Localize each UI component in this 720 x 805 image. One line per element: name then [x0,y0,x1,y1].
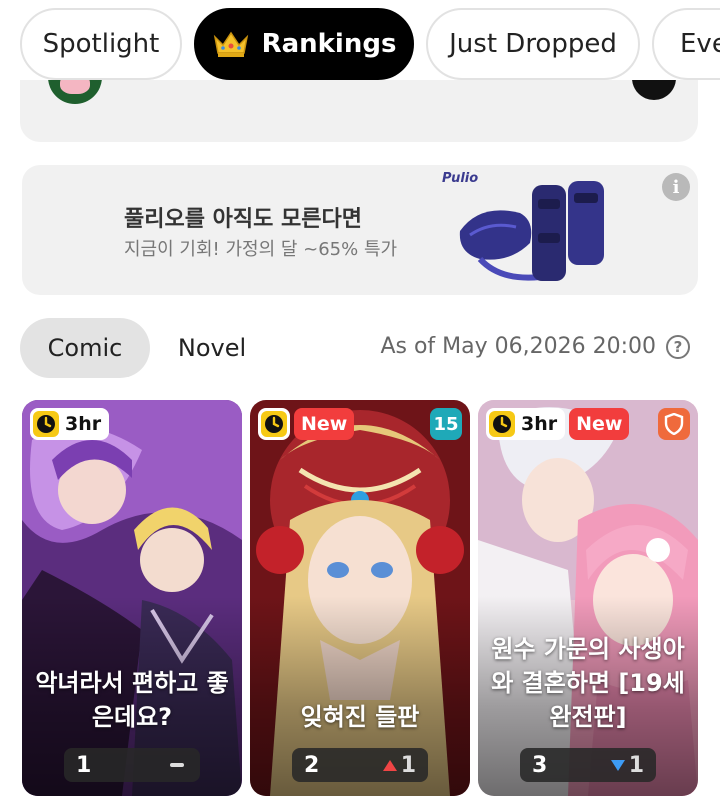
ranking-card[interactable]: 3hr 악녀라서 편하고 좋은데요? 1 [22,400,242,796]
tab-label: Spotlight [42,29,160,59]
rank-bar: 1 [64,748,200,782]
rank-change: 1 [610,752,644,778]
info-icon[interactable]: i [662,173,690,201]
ranking-timestamp: As of May 06,2026 20:00 ? [380,334,690,359]
tab-label: Rankings [261,29,397,59]
rank-up-icon [382,759,397,771]
tab-spotlight[interactable]: Spotlight [20,8,182,80]
crown-icon [213,31,248,57]
avatar [48,80,102,104]
rank-down-icon [610,759,625,771]
ad-title: 풀리오를 아직도 모른다면 [124,207,362,232]
filter-comic[interactable]: Comic [20,318,150,378]
ranking-card[interactable]: New 15 잊혀진 들판 2 1 [250,400,470,796]
ad-brand: Pulio [442,171,479,186]
tab-label: Eve [680,29,720,59]
wait-badge [258,408,290,440]
ranking-tabs: Spotlight Rankings Just Dropped Eve [20,8,720,80]
tab-just-dropped[interactable]: Just Dropped [426,8,640,80]
rank-change [170,763,188,767]
clock-icon [261,411,287,437]
rank-change-value: 1 [400,752,416,778]
new-badge: New [294,408,355,440]
rank-bar: 3 1 [520,748,656,782]
wait-badge: 3hr [486,408,566,440]
content-filters: Comic Novel As of May 06,2026 20:00 ? [20,318,700,378]
shield-icon [658,408,690,440]
clock-icon [33,411,59,437]
wait-time: 3hr [521,413,558,435]
as-of-text: As of May 06,2026 20:00 [380,334,656,359]
chip-label: Comic [47,334,123,362]
ad-subtitle: 지금이 기회! 가정의 달 ~65% 특가 [124,239,398,260]
rank-number: 3 [532,752,548,778]
rank-change-value: 1 [628,752,644,778]
age-rating-badge: 15 [430,408,462,440]
rank-number: 2 [304,752,320,778]
comic-title: 잊혀진 들판 [300,703,420,731]
ad-banner[interactable]: 풀리오를 아직도 모른다면 지금이 기회! 가정의 달 ~65% 특가 Puli… [22,165,698,295]
comic-title: 원수 가문의 사생아와 결혼하면 [19세 완전판] [491,635,685,731]
tab-label: Just Dropped [449,29,617,59]
clock-icon [489,411,515,437]
promo-banner-partial[interactable] [20,80,698,142]
tab-rankings[interactable]: Rankings [194,8,414,80]
wait-time: 3hr [65,413,102,435]
rank-bar: 2 1 [292,748,428,782]
arrow-icon [632,80,676,100]
wait-badge: 3hr [30,408,110,440]
ranking-list: 3hr 악녀라서 편하고 좋은데요? 1 New 15 잊혀진 들판 2 1 3… [22,400,720,805]
badge-group: New [258,408,355,440]
new-badge: New [569,408,630,440]
badge-group: 3hr [30,408,110,440]
question-circle-icon[interactable]: ? [666,334,690,359]
rank-change: 1 [382,752,416,778]
ranking-card[interactable]: 3hr New 원수 가문의 사생아와 결혼하면 [19세 완전판] 3 1 [478,400,698,796]
chip-label: Novel [177,334,247,362]
comic-title: 악녀라서 편하고 좋은데요? [35,669,229,731]
rank-number: 1 [76,752,92,778]
product-image [459,181,604,281]
badge-group: 3hr New [486,408,630,440]
no-change-icon [170,763,184,767]
tab-events[interactable]: Eve [652,8,720,80]
filter-novel[interactable]: Novel [156,318,268,378]
